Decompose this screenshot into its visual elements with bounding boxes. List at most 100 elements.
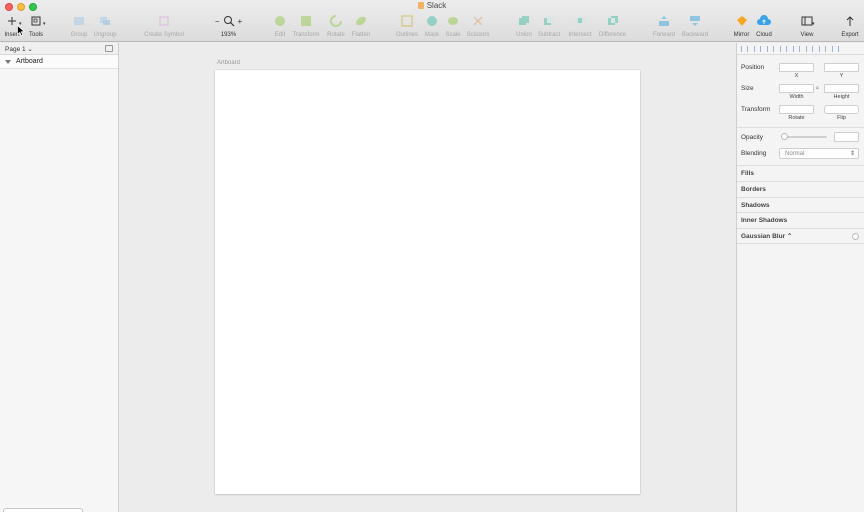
difference-button[interactable]: Difference <box>597 14 628 40</box>
transform-label: Transform <box>741 106 771 113</box>
align-top-icon[interactable] <box>780 45 787 52</box>
artboard[interactable] <box>215 70 640 494</box>
distribute-horizontal-icon[interactable] <box>819 45 826 52</box>
transform-label: Transform <box>292 32 320 38</box>
opacity-slider-knob[interactable] <box>781 133 788 140</box>
height-field[interactable] <box>824 84 859 93</box>
opacity-field[interactable] <box>834 132 859 142</box>
align-middle-icon[interactable] <box>793 45 800 52</box>
blur-toggle-checkbox[interactable] <box>852 233 859 240</box>
forward-icon <box>657 14 671 28</box>
window-title: Slack <box>0 1 864 10</box>
x-field[interactable] <box>779 63 814 72</box>
flatten-icon <box>354 14 368 28</box>
zoom-in-button[interactable]: + <box>238 17 243 26</box>
updown-chevron-icon: ⇕ <box>849 151 855 157</box>
mouse-cursor-icon <box>17 25 25 36</box>
cloud-button[interactable]: Cloud <box>754 14 774 40</box>
layer-name: Artboard <box>16 58 43 65</box>
align-bottom-icon[interactable] <box>806 45 813 52</box>
forward-button[interactable]: Forward <box>651 14 677 40</box>
view-button[interactable]: ▾ View <box>797 14 817 40</box>
zoom-out-button[interactable]: − <box>215 17 220 26</box>
layer-filter-input[interactable] <box>3 508 83 512</box>
union-button[interactable]: Union <box>514 14 534 40</box>
edit-button[interactable]: Edit <box>272 14 288 40</box>
group-icon <box>72 14 86 28</box>
align-center-icon[interactable] <box>754 45 761 52</box>
lock-ratio-icon[interactable]: 🔒︎ <box>816 85 819 91</box>
rotate-label: Rotate <box>327 32 345 38</box>
distribute-vertical-icon[interactable] <box>832 45 839 52</box>
blending-value: Normal <box>785 150 805 157</box>
magnifier-icon <box>223 16 234 27</box>
add-page-icon[interactable] <box>105 45 113 52</box>
rotate-field[interactable] <box>779 105 814 114</box>
rotate-icon <box>329 14 343 28</box>
flatten-label: Flatten <box>351 32 371 38</box>
flatten-button[interactable]: Flatten <box>350 14 372 40</box>
mask-button[interactable]: Mask <box>424 14 440 40</box>
mask-label: Mask <box>424 32 440 38</box>
artboard-title[interactable]: Artboard <box>217 60 240 66</box>
fills-section[interactable]: Fills <box>737 165 864 180</box>
scissors-label: Scissors <box>466 32 490 38</box>
opacity-slider-track[interactable] <box>783 136 827 138</box>
borders-section[interactable]: Borders <box>737 181 864 196</box>
mirror-button[interactable]: Mirror <box>732 14 751 40</box>
outlines-label: Outlines <box>395 32 418 38</box>
create-symbol-label: Create Symbol <box>144 32 184 38</box>
inspector-panel: Position X Y Size 🔒︎ Width Height Transf… <box>736 43 864 512</box>
transform-button[interactable]: Transform <box>291 14 321 40</box>
export-button[interactable]: Export <box>839 14 861 40</box>
opacity-label: Opacity <box>741 134 764 141</box>
y-label: Y <box>839 73 844 79</box>
divider <box>737 127 864 128</box>
inner-shadows-section[interactable]: Inner Shadows <box>737 212 864 227</box>
scissors-button[interactable]: Scissors <box>465 14 491 40</box>
shadows-section[interactable]: Shadows <box>737 197 864 212</box>
backward-button[interactable]: Backward <box>680 14 710 40</box>
outlines-button[interactable]: Outlines <box>395 14 419 40</box>
section-title: Borders <box>741 185 766 193</box>
section-title: Shadows <box>741 201 770 209</box>
sketch-window: Slack ▾ Insert ▾ Tools Group Ungroup Cre… <box>0 0 864 512</box>
mask-icon <box>425 14 439 28</box>
tools-button[interactable]: ▾ Tools <box>27 14 46 40</box>
blending-label: Blending <box>741 150 767 157</box>
intersect-button[interactable]: Intersect <box>566 14 594 40</box>
section-title: Inner Shadows <box>741 216 788 224</box>
disclosure-triangle-icon[interactable] <box>5 59 11 64</box>
intersect-label: Intersect <box>568 32 592 38</box>
outlines-icon <box>400 14 414 28</box>
height-label: Height <box>833 94 850 100</box>
page-selector[interactable]: Page 1 ⌄ <box>0 43 118 55</box>
canvas[interactable]: Artboard <box>120 43 735 512</box>
section-title: Gaussian Blur ⌃ <box>741 233 793 240</box>
flip-buttons[interactable] <box>824 105 859 114</box>
subtract-label: Subtract <box>537 32 561 38</box>
alignment-bar <box>737 43 864 55</box>
align-right-icon[interactable] <box>767 45 774 52</box>
edit-icon <box>273 14 287 28</box>
scale-button[interactable]: Scale <box>444 14 462 40</box>
gaussian-blur-section[interactable]: Gaussian Blur ⌃ <box>737 228 864 243</box>
layer-row-artboard[interactable]: Artboard <box>0 55 118 69</box>
tools-icon <box>29 14 43 28</box>
ungroup-label: Ungroup <box>93 32 117 38</box>
ungroup-button[interactable]: Ungroup <box>92 14 118 40</box>
blending-select[interactable]: Normal ⇕ <box>779 148 859 159</box>
group-button[interactable]: Group <box>69 14 89 40</box>
y-field[interactable] <box>824 63 859 72</box>
align-left-icon[interactable] <box>741 45 748 52</box>
transform-icon <box>299 14 313 28</box>
create-symbol-button[interactable]: Create Symbol <box>142 14 186 40</box>
rotate-button[interactable]: Rotate <box>326 14 346 40</box>
view-label: View <box>800 32 814 38</box>
edit-label: Edit <box>274 32 286 38</box>
subtract-button[interactable]: Subtract <box>536 14 562 40</box>
mirror-label: Mirror <box>733 32 750 38</box>
width-field[interactable] <box>779 84 814 93</box>
zoom-level: 193% <box>220 32 237 38</box>
zoom-control: − + 193% <box>212 14 245 40</box>
